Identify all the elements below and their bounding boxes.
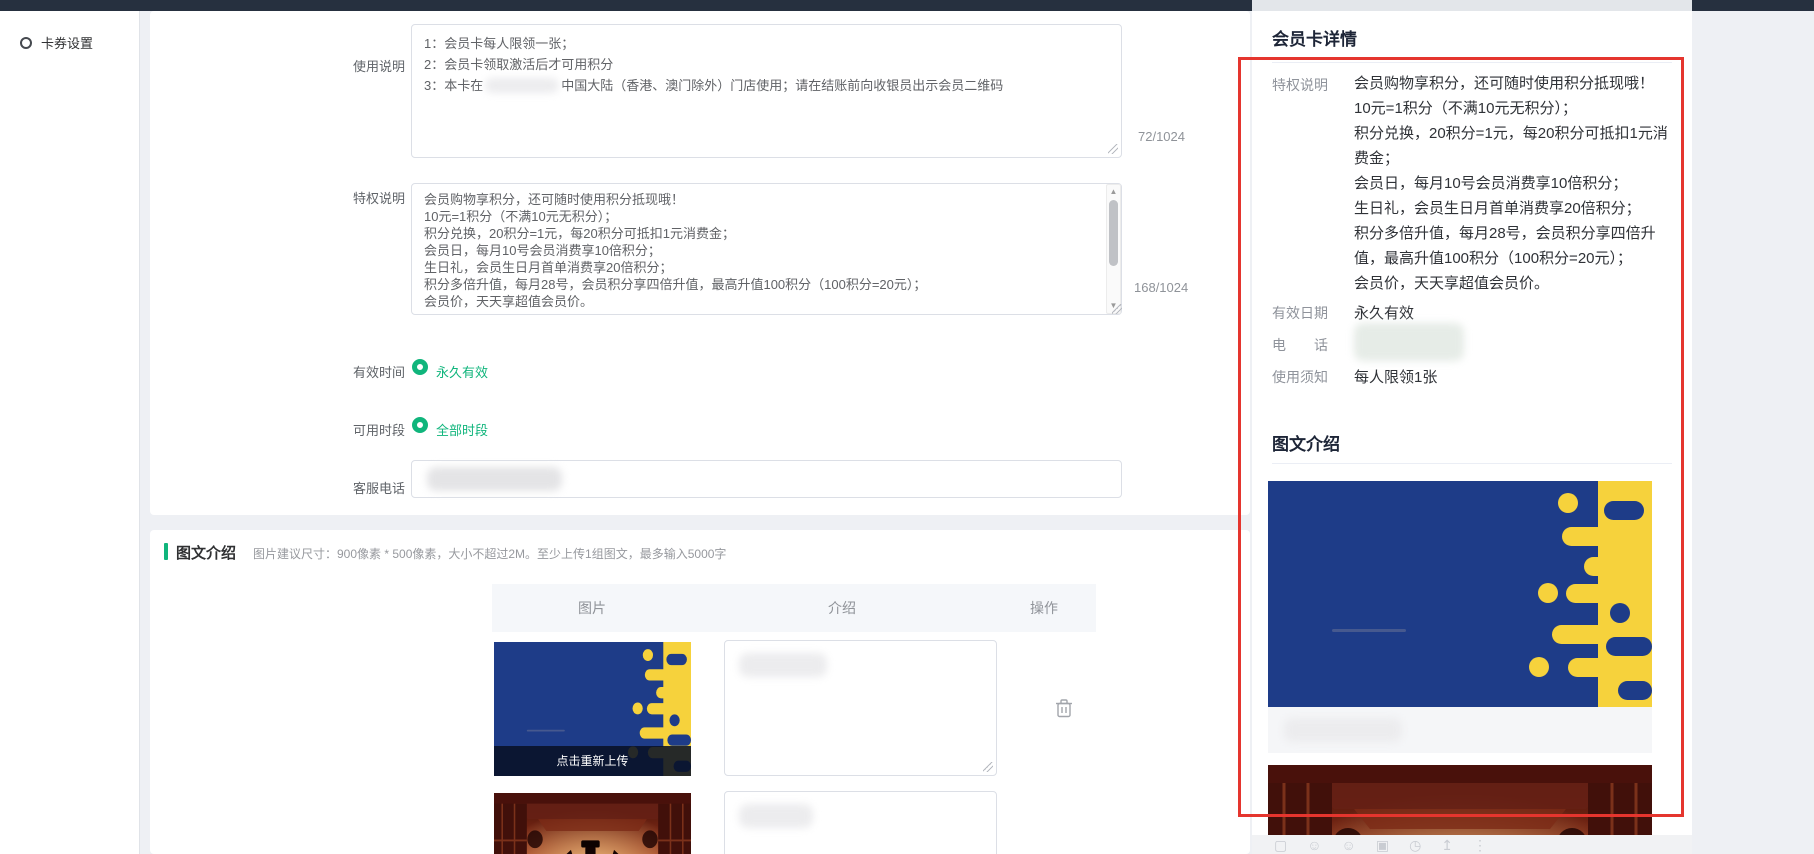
editor-toolbar-strip: ▢ ☺ ☺ ▣ ◷ ↥ ⋮ [1252, 835, 1692, 854]
validity-radio-selected[interactable] [412, 359, 428, 375]
gallery-card: 图文介绍 图片建议尺寸：900像素 * 500像素，大小不超过2M。至少上传1组… [150, 530, 1250, 854]
more-icon: ⋮ [1473, 837, 1487, 854]
sidebar-item-label: 卡券设置 [41, 33, 93, 52]
preview-title: 会员卡详情 [1272, 25, 1357, 50]
resize-handle-icon[interactable] [983, 762, 993, 772]
preview-gallery-title: 图文介绍 [1272, 430, 1340, 455]
section-accent-bar [164, 543, 168, 560]
column-action: 操作 [992, 598, 1096, 618]
usage-line-3: 3：本卡在中国大陆（香港、澳门除外）门店使用；请在结账前向收银员出示会员二维码 [424, 75, 1109, 96]
checkbox-icon: ▢ [1274, 837, 1287, 854]
preview-image-2 [1268, 765, 1652, 835]
editor-toolbar-icons: ▢ ☺ ☺ ▣ ◷ ↥ ⋮ [1274, 837, 1487, 854]
phone-label: 客服电话 [353, 478, 405, 497]
divider [1272, 62, 1672, 63]
period-option-label[interactable]: 全部时段 [436, 420, 488, 439]
validity-option-label[interactable]: 永久有效 [436, 362, 488, 381]
period-label: 可用时段 [353, 420, 405, 439]
resize-handle-icon[interactable] [1108, 144, 1118, 154]
upload-icon: ↥ [1441, 837, 1453, 854]
gallery-section-title: 图文介绍 [176, 542, 236, 563]
reupload-overlay[interactable]: 点击重新上传 [494, 746, 691, 776]
preview-privilege-label: 特权说明 [1272, 75, 1328, 95]
scrollbar-thumb[interactable] [1109, 200, 1118, 266]
textarea-scrollbar[interactable]: ▲ ▼ [1106, 184, 1121, 314]
column-image: 图片 [492, 598, 692, 618]
privilege-textarea[interactable]: 会员购物享积分，还可随时使用积分抵现哦！ 10元=1积分（不满10元无积分）； … [411, 183, 1122, 315]
delete-row-trash-icon[interactable] [1055, 698, 1073, 718]
gallery-table-header: 图片 介绍 操作 [492, 584, 1096, 632]
usage-char-counter: 72/1024 [1138, 129, 1185, 144]
redacted-phone-blur [427, 467, 562, 491]
gallery-row1-intro-textarea[interactable] [724, 640, 997, 776]
privilege-char-counter: 168/1024 [1134, 280, 1188, 295]
preview-privilege-value: 会员购物享积分，还可随时使用积分抵现哦！ 10元=1积分（不满10元无积分）； … [1354, 71, 1680, 296]
redacted-caption-blur [1284, 718, 1402, 742]
gallery-section-hint: 图片建议尺寸：900像素 * 500像素，大小不超过2M。至少上传1组图文，最多… [253, 545, 726, 562]
resize-handle-icon[interactable] [1112, 304, 1122, 314]
usage-textarea[interactable]: 1：会员卡每人限领一张； 2：会员卡领取激活后才可用积分 3：本卡在中国大陆（香… [411, 24, 1122, 158]
sidebar-item-card-settings[interactable]: 卡券设置 [20, 33, 93, 52]
redacted-intro-blur [739, 804, 813, 828]
validity-label: 有效时间 [353, 362, 405, 381]
gallery-row2-image[interactable] [494, 793, 691, 854]
divider [1272, 463, 1672, 464]
app-screen: 卡券设置 使用说明 1：会员卡每人限领一张； 2：会员卡领取激活后才可用积分 3… [0, 0, 1814, 854]
preview-image-caption [1268, 707, 1652, 753]
form-card: 使用说明 1：会员卡每人限领一张； 2：会员卡领取激活后才可用积分 3：本卡在中… [150, 11, 1250, 515]
preview-image-1 [1268, 481, 1652, 707]
preview-notice-label: 使用须知 [1272, 367, 1328, 387]
emoji-icon: ☺ [1307, 837, 1321, 854]
period-radio-selected[interactable] [412, 417, 428, 433]
gallery-row2-intro-textarea[interactable] [724, 791, 997, 854]
usage-line-1: 1：会员卡每人限领一张； [424, 33, 1109, 54]
circle-icon [20, 37, 32, 49]
preview-phone-label: 电 话 [1272, 335, 1328, 355]
sidebar: 卡券设置 [0, 11, 140, 854]
redacted-intro-blur [739, 653, 827, 677]
redacted-brand-blur [485, 78, 559, 93]
redacted-phone-blur [1354, 323, 1464, 361]
top-bar-panel-segment [1252, 0, 1692, 11]
emoji-icon: ☺ [1342, 837, 1356, 854]
preview-notice-value: 每人限领1张 [1354, 365, 1437, 390]
column-intro: 介绍 [692, 598, 992, 618]
usage-line-2: 2：会员卡领取激活后才可用积分 [424, 54, 1109, 75]
preview-validity-label: 有效日期 [1272, 303, 1328, 323]
gallery-row1-image[interactable]: 点击重新上传 [494, 642, 691, 776]
clock-icon: ◷ [1409, 837, 1421, 854]
scroll-up-icon[interactable]: ▲ [1107, 186, 1120, 198]
image-icon: ▣ [1376, 837, 1389, 854]
privilege-label: 特权说明 [353, 188, 405, 207]
preview-panel: 会员卡详情 特权说明 会员购物享积分，还可随时使用积分抵现哦！ 10元=1积分（… [1252, 11, 1692, 854]
usage-label: 使用说明 [353, 56, 405, 75]
